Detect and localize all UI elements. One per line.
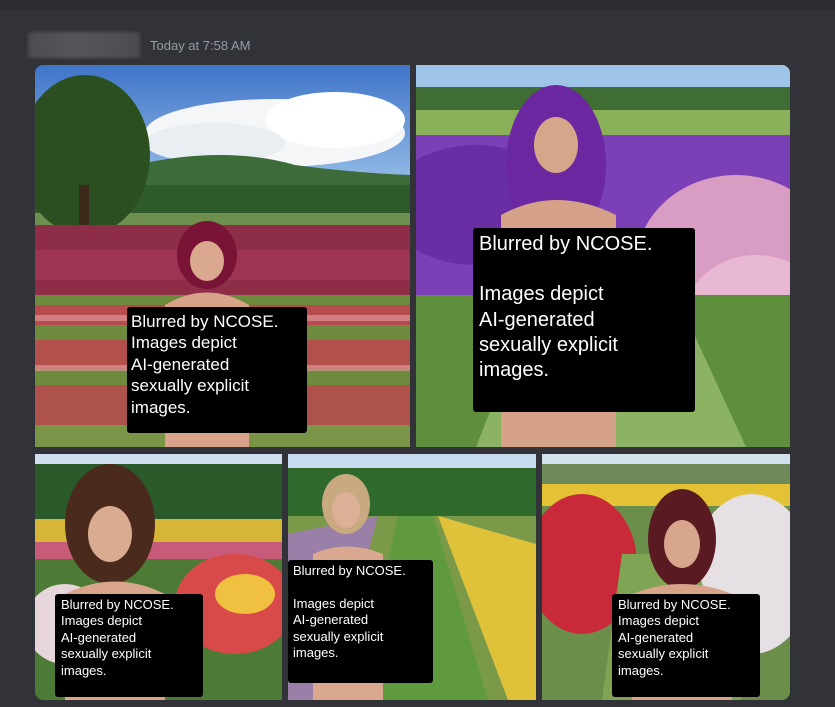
blur-notice-1: Blurred by NCOSE. Images depict AI-gener… [127, 307, 307, 433]
attachment-image-4[interactable]: Blurred by NCOSE. Images depict AI-gener… [288, 454, 536, 700]
blur-notice-5: Blurred by NCOSE. Images depict AI-gener… [612, 594, 760, 697]
blur-notice-2: Blurred by NCOSE. Images depict AI-gener… [473, 228, 695, 412]
attachment-image-3[interactable]: Blurred by NCOSE. Images depict AI-gener… [35, 454, 282, 700]
chat-view: Today at 7:58 AM Blurred by NCOSE. Image… [0, 0, 835, 707]
image-gallery: Blurred by NCOSE. Images depict AI-gener… [0, 0, 835, 707]
attachment-image-1[interactable]: Blurred by NCOSE. Images depict AI-gener… [35, 65, 410, 447]
blur-notice-4: Blurred by NCOSE. Images depict AI-gener… [288, 560, 433, 683]
blur-notice-3: Blurred by NCOSE. Images depict AI-gener… [55, 594, 203, 697]
attachment-image-5[interactable]: Blurred by NCOSE. Images depict AI-gener… [542, 454, 790, 700]
attachment-image-2[interactable]: Blurred by NCOSE. Images depict AI-gener… [416, 65, 790, 447]
